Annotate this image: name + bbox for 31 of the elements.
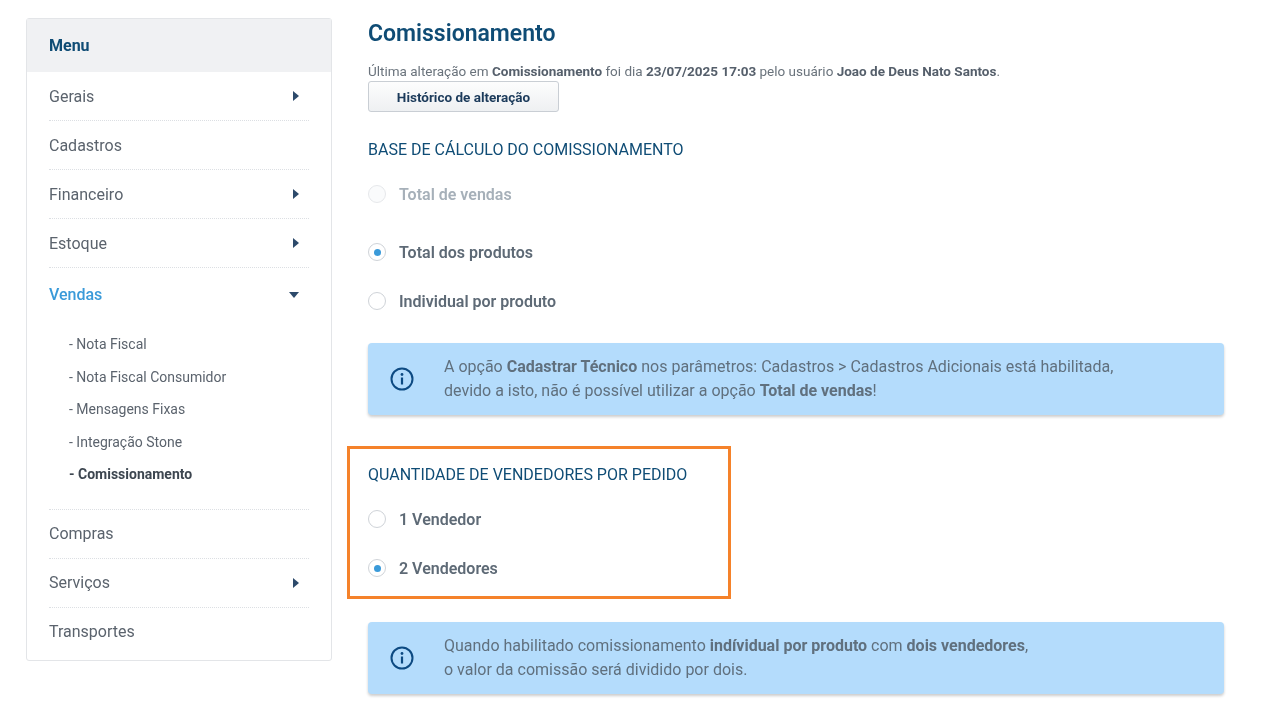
sidebar-item[interactable]: Transportes — [49, 607, 309, 656]
sidebar-item[interactable]: Estoque — [49, 219, 309, 268]
section-title: QUANTIDADE DE VENDEDORES POR PEDIDO — [368, 465, 689, 484]
radio-label: 2 Vendedores — [399, 558, 498, 578]
submenu-item[interactable]: - Comissionamento — [69, 458, 309, 491]
radio-label: Total de vendas — [399, 184, 512, 204]
submenu-item[interactable]: - Nota Fiscal Consumidor — [69, 360, 309, 393]
menu-title: Menu — [49, 36, 90, 55]
radio-button[interactable] — [368, 559, 386, 577]
page-title: Comissionamento — [368, 19, 557, 47]
radio-label: Total dos produtos — [399, 242, 534, 262]
radio-button[interactable] — [368, 243, 386, 261]
submenu-item[interactable]: - Mensagens Fixas — [69, 393, 309, 426]
radio-button[interactable] — [368, 292, 386, 310]
radio-label: 1 Vendedor — [399, 509, 482, 529]
submenu-item[interactable]: - Integração Stone — [69, 425, 309, 458]
radio-button[interactable] — [368, 510, 386, 528]
sidebar-item[interactable]: Gerais — [49, 72, 309, 121]
sidebar-item[interactable]: Serviços — [49, 558, 309, 608]
last-change-text: Última alteração em Comissionamento foi dia 23/07/2025 17:03 pelo usuário Joao de Deus Nato Santos. — [368, 63, 1001, 79]
submenu-item[interactable]: - Nota Fiscal — [69, 328, 309, 361]
history-button[interactable]: Histórico de alteração — [368, 81, 559, 112]
info-text: Quando habilitado comissionamento indívidual por produto com dois vendedores, o valor da comissão será dividido por dois. — [444, 635, 1029, 681]
info-text: A opção Cadastrar Técnico nos parâmetros: Cadastros > Cadastros Adicionais está habilitada, devido a isto, não é possível utilizar a opção Total de vendas! — [444, 356, 1114, 402]
sidebar-item[interactable]: Cadastros — [49, 121, 309, 170]
section-title: BASE DE CÁLCULO DO COMISSIONAMENTO — [368, 140, 685, 159]
sidebar-item[interactable]: Financeiro — [49, 170, 309, 219]
radio-label: Individual por produto — [399, 291, 557, 311]
info-icon — [390, 646, 414, 670]
sidebar-item[interactable]: Compras — [49, 509, 309, 559]
info-icon — [390, 367, 414, 391]
